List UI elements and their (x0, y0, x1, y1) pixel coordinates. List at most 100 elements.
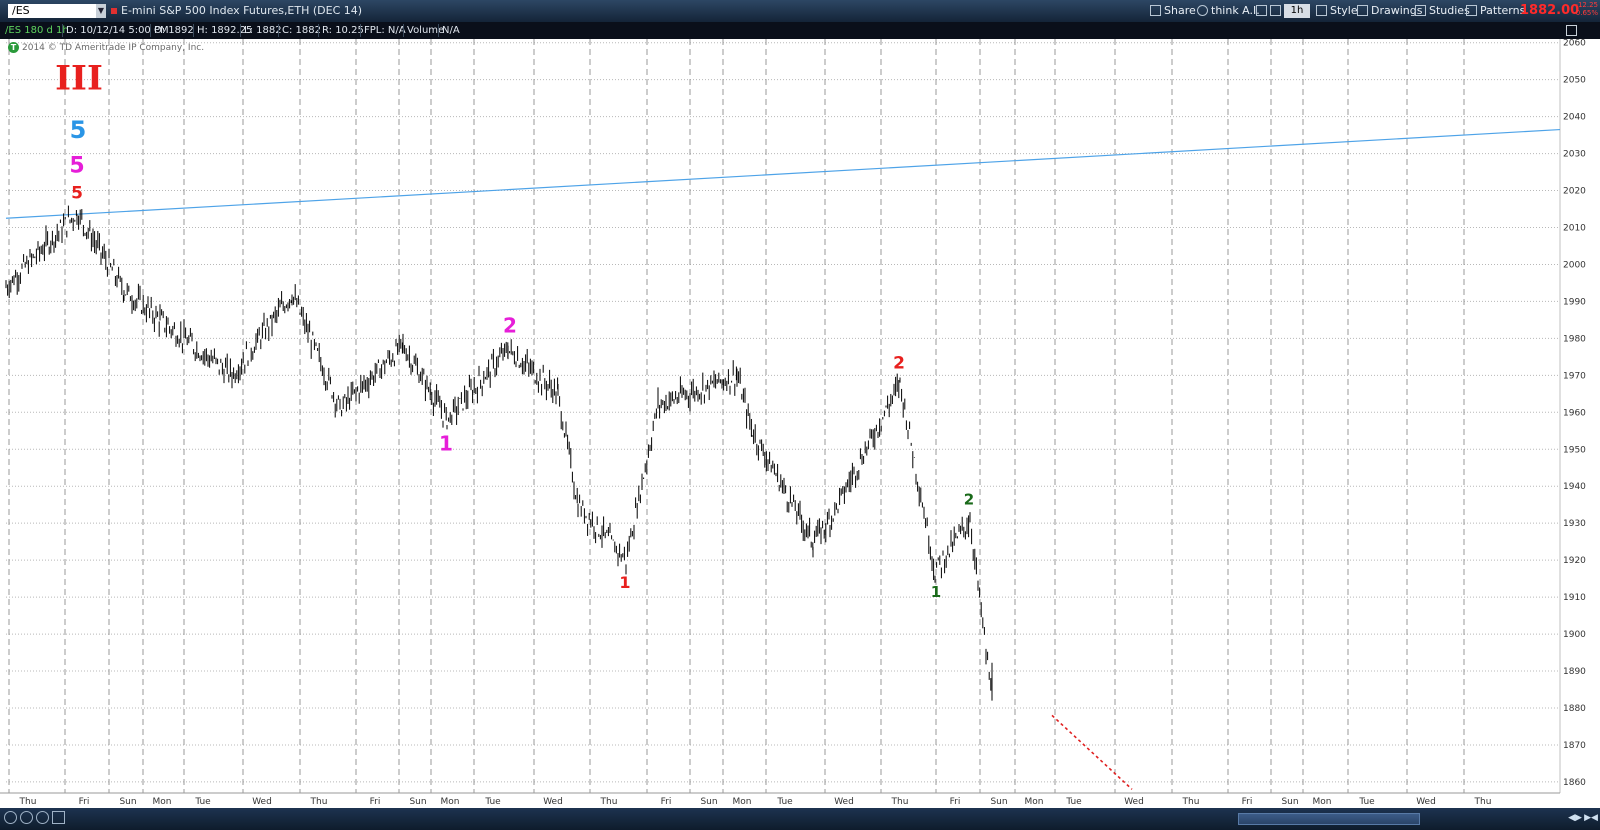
wave-label: 5 (71, 183, 83, 203)
wave-label: 5 (69, 153, 84, 178)
x-tick-label: Mon (441, 797, 460, 807)
info-bar: /ES 180 d 1h D: 10/12/14 5:00 PM O: 1892… (0, 22, 1600, 39)
zoom-in-icon[interactable]: ▶◀ (1584, 812, 1598, 824)
y-tick-label: 1950 (1563, 445, 1586, 455)
drawings-button[interactable]: Drawings (1357, 4, 1422, 18)
x-tick-label: Thu (19, 797, 37, 807)
y-tick-label: 2020 (1563, 187, 1586, 197)
pencil-icon (1357, 5, 1368, 16)
price-chart[interactable]: 1860 1870 1880 1890 1900 1910 1920 1930 1940 1950… (0, 39, 1600, 808)
wave-label: 1 (619, 573, 630, 592)
style-icon (1316, 5, 1327, 16)
price-change-value: -12.25 (1575, 1, 1598, 9)
studies-icon (1415, 5, 1426, 16)
wrench-tool-button[interactable] (1270, 4, 1284, 18)
y-tick-label: 2000 (1563, 260, 1586, 270)
y-tick-label: 1970 (1563, 371, 1586, 381)
zoom-out-icon[interactable]: ◀▶ (1568, 812, 1582, 824)
trendline (5, 128, 1561, 219)
think-icon (1197, 5, 1208, 16)
x-tick-label: Thu (310, 797, 328, 807)
x-tick-label: Fri (370, 797, 381, 807)
crosshair-icon (1256, 5, 1267, 16)
open-value: O: 1892 (150, 24, 197, 37)
chart-settings-icon[interactable] (1566, 25, 1577, 36)
x-tick-label: Fri (950, 797, 961, 807)
x-tick-label: Thu (891, 797, 909, 807)
x-tick-label: Thu (1182, 797, 1200, 807)
y-tick-label: 2060 (1563, 39, 1586, 49)
price-bars (5, 205, 993, 701)
y-tick-label: 1930 (1563, 519, 1586, 529)
wave-label: III (55, 59, 103, 99)
studies-button[interactable]: Studies (1415, 4, 1470, 18)
y-tick-label: 1990 (1563, 297, 1586, 307)
wave-label: 1 (931, 583, 941, 601)
x-tick-label: Tue (776, 797, 793, 807)
share-icon (1150, 5, 1161, 16)
y-tick-label: 1940 (1563, 482, 1586, 492)
grid-layer (6, 39, 1560, 793)
share-button[interactable]: Share (1150, 4, 1196, 18)
wave-label: 2 (503, 313, 517, 337)
instrument-description: E-mini S&P 500 Index Futures,ETH (DEC 14… (121, 4, 363, 17)
think-label: think A.I. (1211, 4, 1260, 17)
share-label: Share (1164, 4, 1196, 17)
app-window: /ES ▼ E-mini S&P 500 Index Futures,ETH (… (0, 0, 1600, 830)
x-tick-label: Wed (543, 797, 563, 807)
x-tick-label: Mon (153, 797, 172, 807)
instrument-flag-icon (111, 8, 117, 14)
x-tick-label: Sun (1281, 797, 1298, 807)
y-tick-label: 2010 (1563, 224, 1586, 234)
wave-label: 2 (893, 353, 905, 373)
x-tick-label: Sun (409, 797, 426, 807)
symbol-input[interactable]: /ES (8, 4, 96, 18)
x-tick-label: Thu (1474, 797, 1492, 807)
y-tick-label: 1870 (1563, 741, 1586, 751)
x-tick-label: Mon (733, 797, 752, 807)
tos-logo-icon: T (8, 42, 19, 53)
zoom-home-icon[interactable] (4, 811, 17, 824)
style-button[interactable]: Style (1316, 4, 1358, 18)
wave-label: 2 (964, 490, 974, 508)
x-tick-label: Sun (119, 797, 136, 807)
style-label: Style (1330, 4, 1358, 17)
x-tick-label: Tue (1065, 797, 1082, 807)
chart-scrollbar[interactable] (1238, 813, 1420, 825)
studies-label: Studies (1429, 4, 1470, 17)
y-tick-label: 2040 (1563, 113, 1586, 123)
patterns-icon (1466, 5, 1477, 16)
crosshair-tool-button[interactable] (1256, 4, 1270, 18)
x-tick-label: Sun (990, 797, 1007, 807)
volume-value: N/A (438, 24, 463, 37)
wave-label: 1 (439, 432, 453, 456)
copyright-text: 2014 © TD Ameritrade IP Company, Inc. (22, 43, 205, 53)
y-tick-label: 2050 (1563, 76, 1586, 86)
x-tick-label: Mon (1025, 797, 1044, 807)
top-toolbar: /ES ▼ E-mini S&P 500 Index Futures,ETH (… (0, 0, 1600, 22)
x-tick-label: Sun (700, 797, 717, 807)
price-change-percent: -0.65% (1573, 9, 1598, 17)
x-tick-label: Wed (1416, 797, 1436, 807)
x-tick-label: Fri (79, 797, 90, 807)
think-ai-button[interactable]: think A.I. (1197, 4, 1260, 18)
timeframe-selector[interactable]: 1h (1284, 4, 1310, 18)
x-tick-label: Thu (600, 797, 618, 807)
magnifier-icon[interactable] (36, 811, 49, 824)
wrench-icon (1270, 5, 1281, 16)
symbol-dropdown-icon[interactable]: ▼ (96, 4, 106, 18)
cursor-icon[interactable] (52, 811, 65, 824)
x-tick-label: Fri (661, 797, 672, 807)
wave-label: 5 (70, 116, 87, 144)
x-tick-label: Wed (834, 797, 854, 807)
fpl-value: FPL: N/A (360, 24, 409, 37)
price-change: -12.25 -0.65% (1571, 1, 1598, 17)
patterns-button[interactable]: Patterns (1466, 4, 1525, 18)
x-tick-label: Wed (1124, 797, 1144, 807)
x-tick-label: Tue (484, 797, 501, 807)
x-tick-label: Mon (1313, 797, 1332, 807)
x-tick-label: Fri (1242, 797, 1253, 807)
zoom-fit-icon[interactable] (20, 811, 33, 824)
y-tick-label: 2030 (1563, 150, 1586, 160)
x-tick-label: Tue (1358, 797, 1375, 807)
